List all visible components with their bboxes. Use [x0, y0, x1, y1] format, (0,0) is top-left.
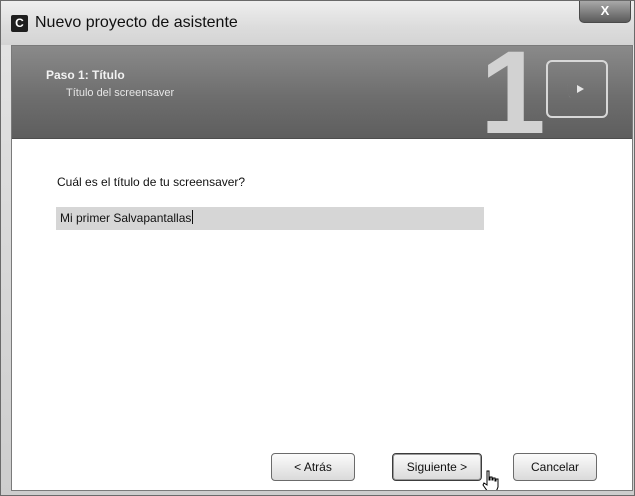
step-number: 1 [480, 45, 546, 159]
screensaver-title-value: Mi primer Salvapantallas [60, 211, 192, 225]
wizard-window: C Nuevo proyecto de asistente X Paso 1: … [0, 0, 635, 496]
step-subtitle: Título del screensaver [66, 87, 175, 99]
wizard-client-area: Paso 1: Título Título del screensaver 1 … [11, 45, 633, 491]
title-bar[interactable]: C Nuevo proyecto de asistente X [1, 1, 634, 45]
back-button[interactable]: < Atrás [271, 453, 355, 481]
screensaver-title-input[interactable]: Mi primer Salvapantallas [56, 207, 484, 230]
title-question-label: Cuál es el título de tu screensaver? [57, 175, 246, 189]
hand-cursor-icon [482, 470, 499, 490]
step-title: Paso 1: Título [46, 68, 125, 82]
step-header-banner: Paso 1: Título Título del screensaver 1 [12, 46, 632, 152]
text-caret [192, 210, 194, 224]
window-title: Nuevo proyecto de asistente [35, 14, 238, 31]
cancel-button[interactable]: Cancelar [513, 453, 597, 481]
app-icon: C [11, 15, 28, 32]
moon-play-icon [546, 60, 608, 118]
next-button[interactable]: Siguiente > [392, 453, 482, 481]
close-button[interactable]: X [579, 1, 631, 23]
